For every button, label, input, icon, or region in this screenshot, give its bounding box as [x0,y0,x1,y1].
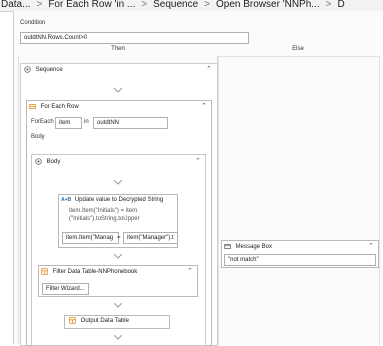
datatable-icon [41,268,48,275]
body-label: Body [31,134,45,140]
chevron-right-icon: > [141,0,148,10]
condition-input[interactable]: outdtNN.Rows.Count>0 [20,32,249,44]
equals-label: = [117,235,121,241]
in-label: in [84,119,89,125]
assign-header: A+B Update value to Decrypted String [61,197,163,203]
breadcrumb-item[interactable]: Sequence [152,0,199,10]
foreach-icon [29,104,36,109]
item-variable-input[interactable]: item [55,117,82,129]
foreach-label: ForEach [31,119,54,125]
breadcrumb-item[interactable]: For Each Row 'in ... [47,0,136,10]
filter-title: Filter Data Table-NNPhonebook [52,269,138,276]
message-box-header: Message Box [224,243,272,250]
collapse-icon[interactable]: ⌃ [195,157,201,165]
assign-to-input[interactable]: item.Item("Manag [62,232,119,244]
chevron-right-icon: > [36,0,43,10]
then-label: Then [111,46,125,52]
breadcrumb-item[interactable]: D [336,0,345,10]
message-text-input[interactable]: "not match" [224,254,376,266]
else-branch [218,56,380,345]
assign-description-line2: ("Initials").toString.toUpper [69,216,140,222]
sequence-title: Sequence [35,67,63,74]
sequence-icon [24,66,31,73]
flow-arrow-icon [114,180,122,185]
filter-wizard-button[interactable]: Filter Wizard... [42,283,89,295]
output-header: Output Data Table [69,317,129,324]
assign-value-input[interactable]: item("Manager").t [123,232,178,244]
filter-header: Filter Data Table-NNPhonebook [41,268,137,275]
assign-description-line1: item.Item("Initials") = item [69,208,138,214]
foreach-header: For Each Row [29,103,79,110]
collapse-icon[interactable]: ⌃ [368,242,374,250]
collapse-icon[interactable]: ⌃ [206,65,212,73]
collection-input[interactable]: outdtNN [93,117,168,129]
flow-arrow-icon [114,303,122,308]
body-title: Body [46,159,61,166]
body-header: Body [35,158,60,165]
condition-label: Condition [20,20,46,26]
message-box-title: Message Box [235,244,273,251]
datatable-icon [69,317,76,324]
flow-arrow-icon [114,88,122,93]
flow-arrow-icon [114,254,122,259]
breadcrumb-item[interactable]: Data... [0,0,31,10]
assign-title: Update value to Decrypted String [74,197,164,203]
sequence-header: Sequence [24,66,63,73]
collapse-icon[interactable]: ⌃ [187,267,193,275]
sequence-icon [35,158,42,165]
chevron-right-icon: > [325,0,332,10]
breadcrumb-item[interactable]: Open Browser 'NNPh... [215,0,321,10]
message-box-icon [224,244,231,249]
foreach-title: For Each Row [40,104,79,111]
flow-arrow-icon [114,335,122,340]
else-label: Else [292,46,304,52]
chevron-right-icon: > [204,0,210,10]
assign-icon: A+B [61,197,72,203]
collapse-icon[interactable]: ⌃ [201,102,207,110]
output-title: Output Data Table [80,318,129,325]
